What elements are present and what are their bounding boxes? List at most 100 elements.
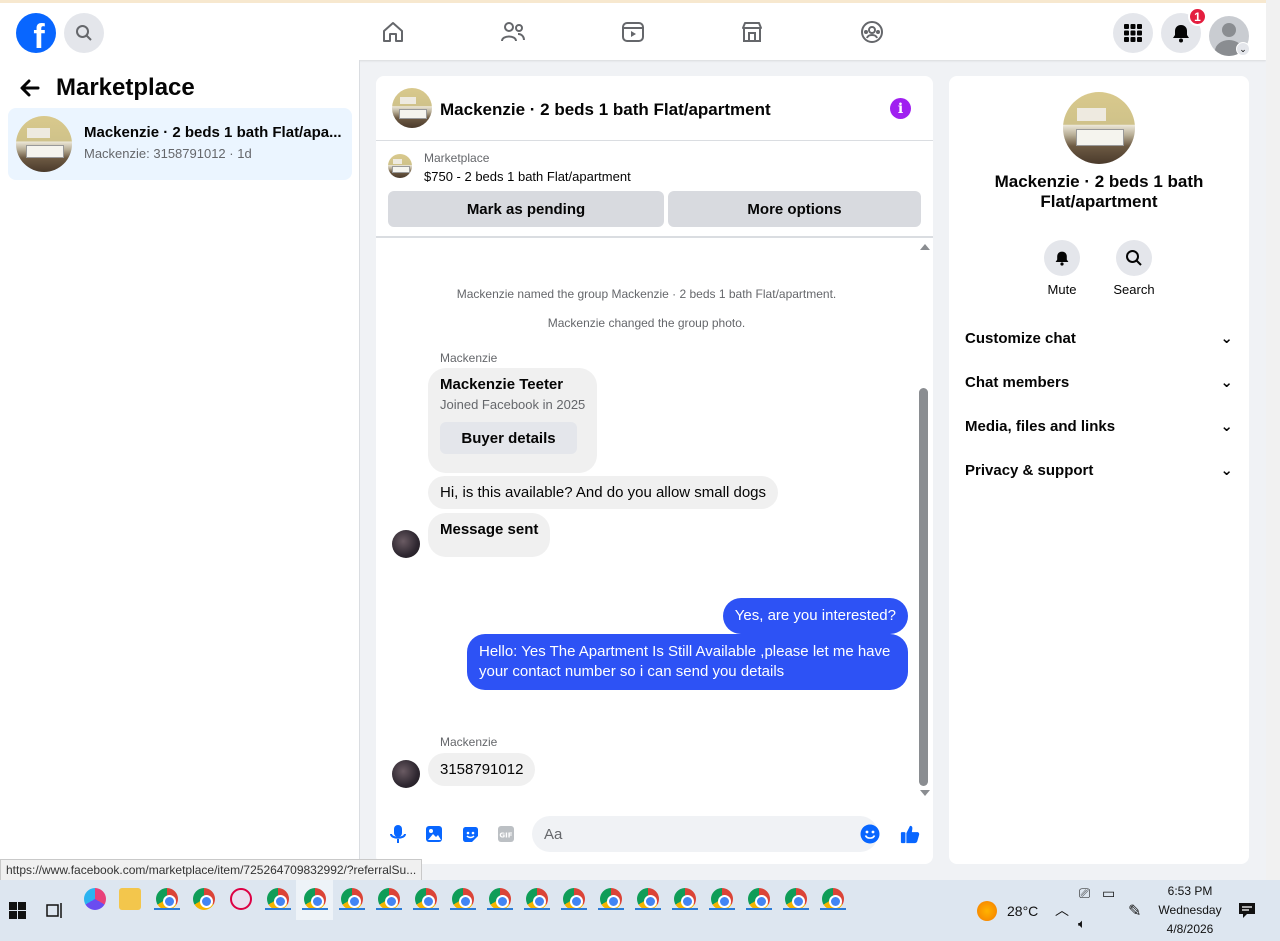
clock-time[interactable]: 6:53 PM bbox=[1160, 884, 1220, 898]
scroll-up-icon[interactable] bbox=[920, 244, 930, 250]
section-chat-members[interactable]: Chat members ⌄ bbox=[965, 362, 1233, 402]
thumbs-up-icon bbox=[900, 825, 920, 844]
search-icon bbox=[1126, 250, 1142, 266]
sticker-icon bbox=[462, 826, 478, 842]
marketplace-tab[interactable] bbox=[739, 19, 765, 45]
like-button[interactable] bbox=[900, 824, 920, 844]
menu-grid-icon bbox=[1124, 24, 1142, 42]
top-navigation-bar: f 1 ⌄ bbox=[0, 0, 1266, 60]
bell-icon bbox=[1055, 251, 1069, 266]
weather-sun-icon[interactable] bbox=[977, 901, 997, 921]
home-icon bbox=[383, 22, 403, 42]
chrome-icon[interactable] bbox=[637, 888, 659, 910]
marketplace-icon bbox=[742, 22, 762, 42]
chat-header: Mackenzie · 2 beds 1 bath Flat/apartment… bbox=[376, 76, 933, 141]
chrome-icon[interactable] bbox=[193, 888, 215, 910]
snipping-tool-icon[interactable] bbox=[230, 888, 252, 910]
tray-chevron-up-icon[interactable]: ︿ bbox=[1055, 900, 1069, 920]
windows-start-icon[interactable] bbox=[9, 902, 26, 919]
pen-icon[interactable]: ✎ bbox=[1128, 901, 1141, 921]
chat-avatar[interactable] bbox=[392, 88, 432, 128]
sidebar-header: Marketplace bbox=[18, 74, 195, 102]
chrome-icon[interactable] bbox=[600, 888, 622, 910]
chrome-icon[interactable] bbox=[304, 888, 326, 910]
groups-tab[interactable] bbox=[859, 19, 885, 45]
chrome-icon[interactable] bbox=[341, 888, 363, 910]
weather-temperature[interactable]: 28°C bbox=[1007, 903, 1038, 919]
sender-avatar[interactable] bbox=[392, 530, 420, 558]
meeting-icon[interactable]: ⎚ bbox=[1079, 885, 1090, 902]
friends-tab[interactable] bbox=[500, 19, 526, 45]
section-media-files-links[interactable]: Media, files and links ⌄ bbox=[965, 406, 1233, 446]
sender-avatar[interactable] bbox=[392, 760, 420, 788]
mark-as-pending-button[interactable]: Mark as pending bbox=[388, 191, 664, 227]
chat-title[interactable]: Mackenzie · 2 beds 1 bath Flat/apartment bbox=[440, 100, 771, 120]
listing-thumbnail bbox=[16, 116, 72, 172]
chevron-down-icon[interactable]: ⌄ bbox=[1236, 42, 1250, 56]
buyer-details-button[interactable]: Buyer details bbox=[440, 422, 577, 454]
task-view-icon[interactable] bbox=[46, 902, 64, 919]
video-icon bbox=[622, 22, 644, 42]
chat-panel: Mackenzie · 2 beds 1 bath Flat/apartment… bbox=[376, 76, 933, 864]
chevron-down-icon: ⌄ bbox=[1220, 462, 1233, 479]
gif-button[interactable]: GIF bbox=[496, 824, 516, 844]
section-privacy-support[interactable]: Privacy & support ⌄ bbox=[965, 450, 1233, 490]
info-icon[interactable]: i bbox=[890, 98, 911, 119]
listing-thumbnail[interactable] bbox=[388, 154, 412, 178]
chrome-icon[interactable] bbox=[711, 888, 733, 910]
chrome-icon[interactable] bbox=[452, 888, 474, 910]
chrome-icon[interactable] bbox=[526, 888, 548, 910]
voice-clip-button[interactable] bbox=[388, 824, 408, 844]
chrome-icon[interactable] bbox=[785, 888, 807, 910]
attach-photo-button[interactable] bbox=[424, 824, 444, 844]
link-status-url: https://www.facebook.com/marketplace/ite… bbox=[0, 859, 423, 881]
sidebar: Marketplace Mackenzie · 2 beds 1 bath Fl… bbox=[0, 60, 360, 880]
buyer-joined: Joined Facebook in 2025 bbox=[440, 397, 586, 412]
chrome-icon[interactable] bbox=[378, 888, 400, 910]
volume-icon[interactable]: 🔈︎ bbox=[1078, 916, 1086, 932]
sticker-button[interactable] bbox=[460, 824, 480, 844]
conversation-item[interactable]: Mackenzie · 2 beds 1 bath Flat/apa... Ma… bbox=[8, 108, 352, 180]
search-in-chat-button[interactable]: Search bbox=[1104, 240, 1164, 297]
chrome-icon[interactable] bbox=[267, 888, 289, 910]
mute-button[interactable]: Mute bbox=[1032, 240, 1092, 297]
video-tab[interactable] bbox=[620, 19, 646, 45]
chevron-down-icon: ⌄ bbox=[1220, 330, 1233, 347]
chrome-icon[interactable] bbox=[563, 888, 585, 910]
back-arrow-icon[interactable] bbox=[18, 76, 42, 100]
notification-center-icon[interactable] bbox=[1238, 901, 1256, 919]
section-customize-chat[interactable]: Customize chat ⌄ bbox=[965, 318, 1233, 358]
microphone-icon bbox=[390, 825, 406, 843]
network-icon[interactable]: ▭ bbox=[1102, 885, 1115, 902]
message-input[interactable]: Aa bbox=[532, 816, 878, 852]
facebook-logo[interactable]: f bbox=[16, 13, 56, 53]
notification-badge: 1 bbox=[1188, 7, 1207, 26]
menu-button[interactable] bbox=[1113, 13, 1153, 53]
clock-date[interactable]: 4/8/2026 bbox=[1160, 922, 1220, 936]
chrome-icon[interactable] bbox=[489, 888, 511, 910]
chrome-icon[interactable] bbox=[156, 888, 178, 910]
chrome-icon[interactable] bbox=[748, 888, 770, 910]
notifications-button[interactable]: 1 bbox=[1161, 7, 1207, 53]
home-tab[interactable] bbox=[380, 19, 406, 45]
emoji-button[interactable] bbox=[860, 824, 880, 844]
chrome-icon[interactable] bbox=[674, 888, 696, 910]
chrome-icon[interactable] bbox=[415, 888, 437, 910]
scroll-down-icon[interactable] bbox=[920, 790, 930, 796]
more-options-button[interactable]: More options bbox=[668, 191, 921, 227]
gif-icon: GIF bbox=[498, 826, 514, 842]
chevron-down-icon: ⌄ bbox=[1220, 374, 1233, 391]
listing-price-title[interactable]: $750 - 2 beds 1 bath Flat/apartment bbox=[424, 169, 631, 184]
page-scrollbar[interactable] bbox=[1266, 0, 1280, 880]
scrollbar-thumb[interactable] bbox=[919, 388, 928, 786]
copilot-icon[interactable] bbox=[84, 888, 106, 910]
clock-day[interactable]: Wednesday bbox=[1150, 903, 1230, 917]
message-composer: GIF Aa bbox=[376, 814, 933, 858]
buyer-name: Mackenzie Teeter bbox=[440, 376, 564, 393]
file-explorer-icon[interactable] bbox=[119, 888, 141, 910]
bell-icon bbox=[1173, 25, 1189, 43]
system-message: Mackenzie named the group Mackenzie · 2 … bbox=[456, 287, 837, 301]
group-photo[interactable] bbox=[1063, 92, 1135, 164]
chrome-icon[interactable] bbox=[822, 888, 844, 910]
search-button[interactable] bbox=[64, 13, 104, 53]
